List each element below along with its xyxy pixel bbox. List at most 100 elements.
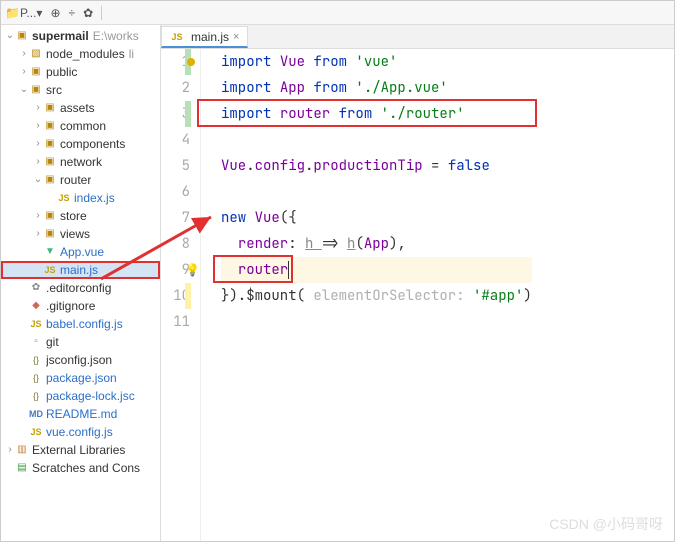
tree-network[interactable]: ›▣network [1,153,160,171]
tree-app-vue[interactable]: ▼App.vue [1,243,160,261]
js-file-icon: JS [43,263,57,277]
code-editor[interactable]: 1 2 3 4 5 6 7 8 9 10 11 import Vue from … [161,49,674,541]
line-number: 7 [161,205,190,231]
tree-readme[interactable]: MDREADME.md [1,405,160,423]
plus-icon[interactable]: ÷ [69,6,76,20]
chevron-right-icon[interactable]: › [33,153,43,171]
editor-tabbar: JS main.js × [161,25,674,49]
folder-icon: ▣ [43,227,57,241]
folder-icon: ▣ [43,101,57,115]
folder-icon: ▣ [15,29,29,43]
tree-components[interactable]: ›▣components [1,135,160,153]
config-file-icon: ✿ [29,281,43,295]
text-cursor [288,261,289,279]
tree-package-lock[interactable]: {}package-lock.jsc [1,387,160,405]
json-file-icon: {} [29,353,43,367]
folder-icon: ▣ [29,83,43,97]
tree-public[interactable]: ›▣public [1,63,160,81]
tree-jsconfig[interactable]: {}jsconfig.json [1,351,160,369]
js-file-icon: JS [29,317,43,331]
tree-babel-config[interactable]: JSbabel.config.js [1,315,160,333]
folder-icon: ▧ [29,47,43,61]
settings-icon[interactable]: ✿ [83,6,93,20]
tree-root-path: E:\works [93,27,139,45]
code-line-9[interactable]: 💡 router [221,257,532,283]
lightbulb-icon[interactable]: 💡 [185,257,200,283]
folder-icon: ▣ [29,65,43,79]
code-line-7[interactable]: new Vue({ [221,205,532,231]
chevron-down-icon[interactable]: ⌄ [19,81,29,99]
chevron-right-icon[interactable]: › [33,117,43,135]
vcs-added-marker [185,101,191,127]
chevron-right-icon[interactable]: › [19,45,29,63]
top-toolbar: 📁 P... ▾ ⊕ ÷ ✿ [1,1,674,25]
code-content[interactable]: import Vue from 'vue' import App from '.… [201,49,532,541]
code-line-6[interactable] [221,179,532,205]
tree-common[interactable]: ›▣common [1,117,160,135]
library-icon: ▥ [15,443,29,457]
tree-scratches[interactable]: ▤Scratches and Cons [1,459,160,477]
tree-views[interactable]: ›▣views [1,225,160,243]
chevron-right-icon[interactable]: › [33,207,43,225]
folder-icon: ▣ [43,137,57,151]
markdown-file-icon: MD [29,407,43,421]
tree-editorconfig[interactable]: ✿.editorconfig [1,279,160,297]
line-number: 8 [161,231,190,257]
file-icon: ▫ [29,335,43,349]
editor-tab-main-js[interactable]: JS main.js × [161,26,248,48]
breakpoint-icon[interactable] [187,58,195,66]
project-selector[interactable]: 📁 P... ▾ [5,6,42,20]
json-file-icon: {} [29,389,43,403]
line-number: 11 [161,309,190,335]
chevron-right-icon[interactable]: › [5,441,15,459]
json-file-icon: {} [29,371,43,385]
folder-icon: ▣ [43,173,57,187]
line-number: 5 [161,153,190,179]
tree-git[interactable]: ▫git [1,333,160,351]
code-line-5[interactable]: Vue.config.productionTip = false [221,153,532,179]
tree-router[interactable]: ⌄▣router [1,171,160,189]
close-icon[interactable]: × [233,31,239,43]
tree-vue-config[interactable]: JSvue.config.js [1,423,160,441]
js-file-icon: JS [57,191,71,205]
code-line-1[interactable]: import Vue from 'vue' [221,49,532,75]
tree-main-js[interactable]: JSmain.js [1,261,160,279]
line-number: 4 [161,127,190,153]
code-line-3[interactable]: import router from './router' [221,101,532,127]
tree-assets[interactable]: ›▣assets [1,99,160,117]
chevron-right-icon[interactable]: › [33,99,43,117]
tree-package-json[interactable]: {}package.json [1,369,160,387]
project-short-label: P... [20,6,36,20]
git-file-icon: ◆ [29,299,43,313]
folder-icon: ▣ [43,155,57,169]
vue-file-icon: ▼ [43,245,57,259]
js-file-icon: JS [170,30,184,44]
tree-gitignore[interactable]: ◆.gitignore [1,297,160,315]
code-line-10[interactable]: }).$mount( elementOrSelector: '#app') [221,283,532,309]
tree-external-libraries[interactable]: ›▥External Libraries [1,441,160,459]
code-line-8[interactable]: render: h => h(App), [221,231,532,257]
chevron-down-icon[interactable]: ⌄ [33,171,43,189]
chevron-right-icon[interactable]: › [33,225,43,243]
line-number: 2 [161,75,190,101]
chevron-right-icon[interactable]: › [33,135,43,153]
project-tree-panel[interactable]: ⌄▣supermailE:\works ›▧node_modulesli ›▣p… [1,25,161,541]
tree-root-label: supermail [32,27,89,45]
editor-pane: JS main.js × 1 2 3 4 5 6 7 8 9 10 11 [161,25,674,541]
target-icon[interactable]: ⊕ [50,6,60,20]
tree-src[interactable]: ⌄▣src [1,81,160,99]
vcs-modified-marker [185,283,191,309]
chevron-down-icon[interactable]: ⌄ [5,27,15,45]
code-line-11[interactable] [221,309,532,335]
tree-node-modules[interactable]: ›▧node_modulesli [1,45,160,63]
folder-icon: ▣ [43,209,57,223]
tree-store[interactable]: ›▣store [1,207,160,225]
folder-icon: ▣ [43,119,57,133]
code-line-4[interactable] [221,127,532,153]
tab-filename: main.js [191,30,229,44]
scratch-icon: ▤ [15,461,29,475]
chevron-right-icon[interactable]: › [19,63,29,81]
tree-index-js[interactable]: JSindex.js [1,189,160,207]
code-line-2[interactable]: import App from './App.vue' [221,75,532,101]
tree-root[interactable]: ⌄▣supermailE:\works [1,27,160,45]
